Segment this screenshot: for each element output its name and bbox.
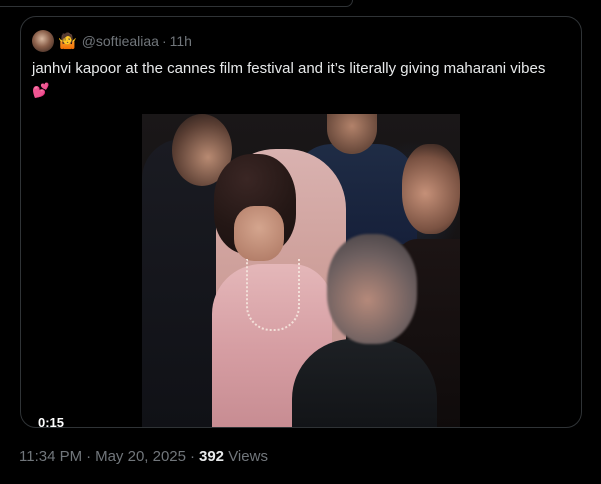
separator-dot: · [190,448,195,465]
separator-dot: · [161,33,167,49]
video-figure-front-body [292,339,437,427]
quoted-tweet-text: janhvi kapoor at the cannes film festiva… [32,59,572,100]
tweet-meta-row: 11:34 PM · May 20, 2025 · 392 Views [19,448,268,465]
tweet-body: janhvi kapoor at the cannes film festiva… [32,60,546,77]
two-hearts-emoji: 💕 [32,82,50,98]
video-figure-right-head [402,144,460,234]
tweet-detail-page: 🤷 @softiealiaa · 11h janhvi kapoor at th… [0,0,601,484]
video-player[interactable] [142,114,460,427]
avatar[interactable] [32,30,54,52]
tweet-timestamp[interactable]: 11h [170,33,192,49]
video-duration-badge: 0:15 [38,415,65,428]
user-handle[interactable]: @softiealiaa [82,33,159,49]
separator-dot: · [86,448,92,465]
views-count: 392 [199,448,225,465]
quoted-tweet-card[interactable]: 🤷 @softiealiaa · 11h janhvi kapoor at th… [20,16,582,428]
video-figure-front [292,234,437,427]
video-woman-face [234,206,284,261]
name-emoji-badge: 🤷 [58,32,77,50]
views-label: Views [228,448,268,465]
post-date[interactable]: May 20, 2025 [95,448,186,465]
quoted-tweet-header: 🤷 @softiealiaa · 11h [32,29,192,53]
previous-card-edge [0,0,353,7]
video-figure-front-head [327,234,417,344]
post-time[interactable]: 11:34 PM [19,448,82,465]
